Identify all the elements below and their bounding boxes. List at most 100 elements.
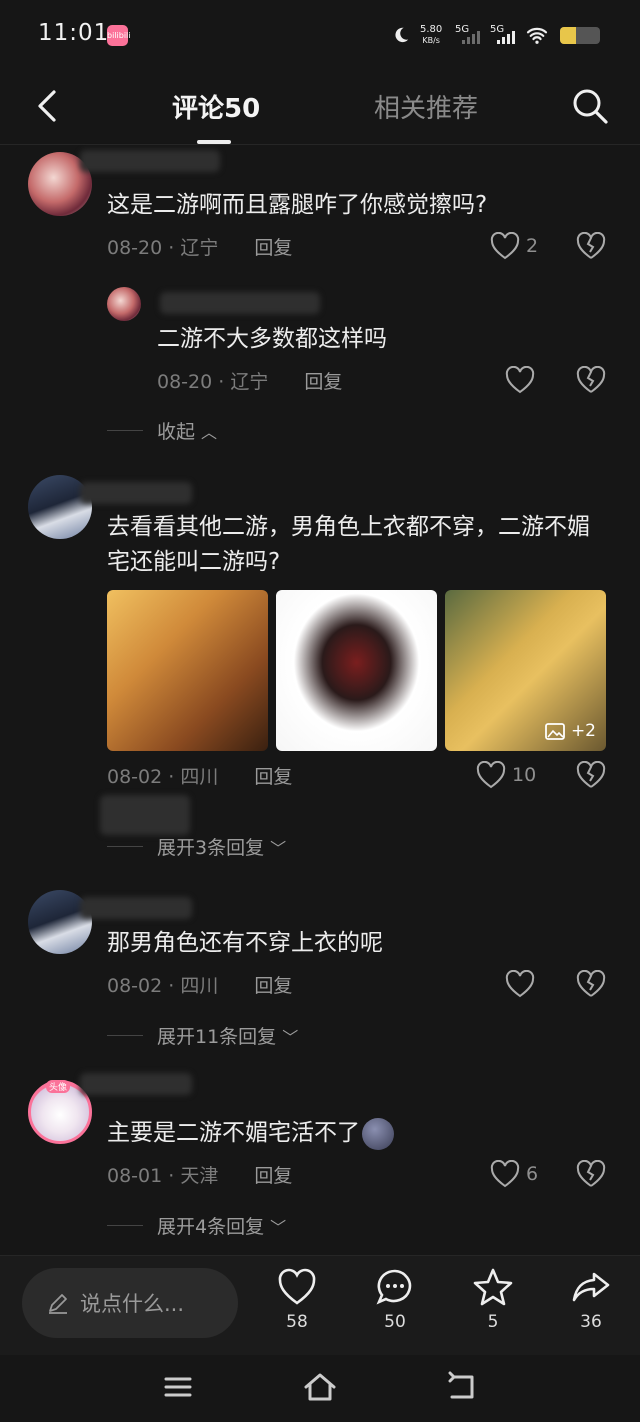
chevron-down-icon: ﹀ [270, 1217, 287, 1237]
meta-separator: · [168, 975, 175, 997]
heart-icon [476, 761, 506, 789]
comment-input[interactable]: 说点什么... [22, 1268, 238, 1338]
comment-date: 08-01 [107, 1165, 163, 1187]
username-redacted [80, 897, 192, 919]
comment-meta: 08-20 · 辽宁 回复 [107, 233, 292, 260]
comment-region: 天津 [180, 1165, 219, 1187]
like-button[interactable] [505, 970, 535, 998]
reply-meta: 08-20 · 辽宁 回复 [157, 367, 342, 394]
dislike-button[interactable] [576, 365, 606, 398]
star-icon [473, 1268, 513, 1306]
like-button[interactable]: 2 [490, 232, 538, 260]
menu-icon[interactable] [160, 1369, 196, 1405]
heart-icon [490, 1160, 520, 1188]
like-count: 10 [512, 764, 537, 786]
back-icon[interactable] [444, 1369, 480, 1405]
comment-text: 那男角色还有不穿上衣的呢 [107, 930, 383, 956]
comment-button[interactable]: 50 [365, 1266, 425, 1332]
bilibili-app-icon: bilibili [107, 25, 131, 46]
reply-button[interactable]: 回复 [254, 975, 292, 997]
reply-button[interactable]: 回复 [254, 766, 292, 788]
expand-replies-button[interactable]: 展开11条回复 ﹀ [107, 1022, 298, 1049]
reply-region: 辽宁 [230, 371, 269, 393]
image-icon [545, 722, 565, 740]
comment-image[interactable]: +2 [445, 590, 606, 751]
reply-user-avatar[interactable] [107, 287, 141, 321]
broken-heart-icon [576, 365, 606, 393]
active-tab-indicator [197, 140, 231, 144]
like-video-button[interactable]: 58 [267, 1266, 327, 1332]
dislike-button[interactable] [576, 231, 606, 264]
reply-button[interactable]: 回复 [254, 237, 292, 259]
comment-meta: 08-01 · 天津 回复 [107, 1161, 292, 1188]
broken-heart-icon [576, 231, 606, 259]
meta-separator: · [168, 237, 175, 259]
comment-meta: 08-02 · 四川 回复 [107, 762, 292, 789]
like-count: 58 [286, 1312, 308, 1332]
sim2-signal-icon [497, 30, 515, 44]
comment-meta: 08-02 · 四川 回复 [107, 971, 292, 998]
reply-date: 08-20 [157, 371, 213, 393]
status-bar: 11:01 bilibili 5.80 KB/s 5G 5G [0, 0, 640, 70]
comment-image[interactable] [107, 590, 268, 751]
wifi-icon [526, 27, 548, 44]
like-button[interactable]: 10 [476, 761, 536, 789]
chevron-down-icon: ﹀ [270, 838, 287, 858]
favorite-count: 5 [487, 1312, 499, 1332]
avatar-frame-badge: 头像 [46, 1080, 71, 1093]
share-button[interactable]: 36 [561, 1266, 621, 1332]
dislike-button[interactable] [576, 1159, 606, 1192]
heart-icon [278, 1268, 316, 1305]
reply-button[interactable]: 回复 [254, 1165, 292, 1187]
top-navigation: 评论50 相关推荐 [0, 70, 640, 145]
comment-image-grid: +2 [107, 590, 606, 751]
favorite-button[interactable]: 5 [463, 1266, 523, 1332]
expand-replies-button[interactable]: 展开4条回复 ﹀ [107, 1212, 286, 1239]
expand-replies-button[interactable]: 展开3条回复 ﹀ [107, 833, 286, 860]
username-redacted [80, 150, 220, 172]
broken-heart-icon [576, 760, 606, 788]
dislike-button[interactable] [576, 760, 606, 793]
do-not-disturb-moon-icon [395, 27, 409, 43]
username-redacted [80, 482, 192, 504]
like-button[interactable]: 6 [490, 1160, 538, 1188]
emoji-sticker-icon [362, 1117, 394, 1150]
comment-count: 50 [384, 1312, 406, 1332]
redacted-area [100, 795, 190, 835]
comment-image[interactable] [276, 590, 437, 751]
heart-icon [505, 366, 535, 394]
pencil-icon [49, 1294, 67, 1314]
like-count: 6 [526, 1163, 539, 1185]
sim1-signal-icon [462, 30, 480, 44]
comment-date: 08-20 [107, 237, 163, 259]
share-count: 36 [580, 1312, 602, 1332]
more-images-badge: +2 [545, 721, 596, 741]
comment-region: 四川 [180, 975, 219, 997]
collapse-replies-button[interactable]: 收起 ︿ [107, 417, 217, 444]
like-button[interactable] [505, 366, 535, 394]
tab-related-recommendations[interactable]: 相关推荐 [374, 88, 478, 125]
heart-icon [505, 970, 535, 998]
bottom-action-bar: 说点什么... 58 50 5 36 [0, 1255, 640, 1355]
system-navigation-bar [0, 1355, 640, 1422]
search-icon[interactable] [570, 86, 610, 126]
comment-date: 08-02 [107, 975, 163, 997]
broken-heart-icon [576, 1159, 606, 1187]
comment-region: 辽宁 [180, 237, 219, 259]
dislike-button[interactable] [576, 969, 606, 1002]
comment-date: 08-02 [107, 766, 163, 788]
chevron-up-icon: ︿ [201, 422, 218, 442]
meta-separator: · [168, 766, 175, 788]
tab-comments[interactable]: 评论50 [172, 88, 260, 125]
comment-text: 去看看其他二游，男角色上衣都不穿，二游不媚宅还能叫二游吗? [107, 514, 590, 575]
broken-heart-icon [576, 969, 606, 997]
chevron-down-icon: ﹀ [282, 1027, 299, 1047]
reply-button[interactable]: 回复 [304, 371, 342, 393]
back-arrow-icon[interactable] [32, 86, 64, 126]
comment-region: 四川 [180, 766, 219, 788]
meta-separator: · [218, 371, 225, 393]
network-speed: 5.80 KB/s [420, 24, 443, 45]
heart-icon [490, 232, 520, 260]
share-arrow-icon [572, 1272, 610, 1302]
home-icon[interactable] [302, 1369, 338, 1405]
